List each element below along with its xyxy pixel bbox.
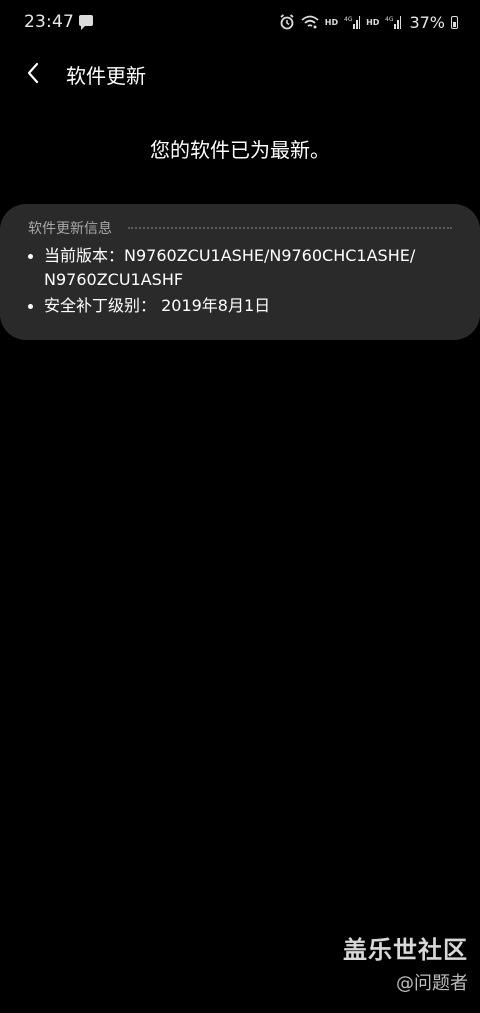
alarm-icon	[280, 14, 294, 30]
status-bar: 23:47 HD 4G HD 4G 37%	[0, 0, 480, 44]
back-button[interactable]	[16, 56, 50, 90]
watermark-title: 盖乐世社区	[343, 936, 468, 964]
card-heading-row: 软件更新信息	[28, 218, 452, 238]
security-patch-text: 安全补丁级别： 2019年8月1日	[44, 296, 271, 315]
page-title: 软件更新	[66, 64, 146, 88]
battery-icon	[451, 15, 458, 29]
hd-tag: HD	[366, 17, 380, 27]
software-update-info-card: 软件更新信息 当前版本：N9760ZCU1ASHE/N9760CHC1ASHE/…	[0, 204, 480, 340]
community-watermark: 盖乐世社区 @问题者	[343, 930, 468, 995]
app-header: 软件更新	[0, 50, 480, 94]
info-list: 当前版本：N9760ZCU1ASHE/N9760CHC1ASHE/ N9760Z…	[28, 244, 452, 318]
chat-bubble-icon	[79, 15, 93, 30]
status-icons: HD 4G HD 4G 37%	[279, 12, 458, 32]
bullet-icon	[28, 254, 33, 259]
card-heading: 软件更新信息	[28, 221, 112, 237]
watermark-user: @问题者	[396, 973, 468, 994]
battery-percent: 37%	[409, 12, 445, 32]
signal-icon: 4G	[385, 16, 402, 29]
signal-icon: 4G	[344, 16, 361, 29]
security-patch-item: 安全补丁级别： 2019年8月1日	[28, 294, 452, 318]
wifi-icon	[301, 15, 319, 29]
status-time: 23:47	[24, 12, 74, 32]
hd-tag: HD	[324, 17, 339, 27]
chevron-left-icon	[27, 62, 39, 84]
svg-text:4G: 4G	[344, 16, 353, 23]
svg-text:4G: 4G	[385, 16, 394, 23]
current-version-item: 当前版本：N9760ZCU1ASHE/N9760CHC1ASHE/ N9760Z…	[28, 244, 452, 292]
update-status-message: 您的软件已为最新。	[150, 138, 330, 162]
current-version-text: 当前版本：N9760ZCU1ASHE/N9760CHC1ASHE/ N9760Z…	[44, 246, 416, 289]
bullet-icon	[28, 304, 33, 309]
dotted-divider	[128, 227, 452, 229]
